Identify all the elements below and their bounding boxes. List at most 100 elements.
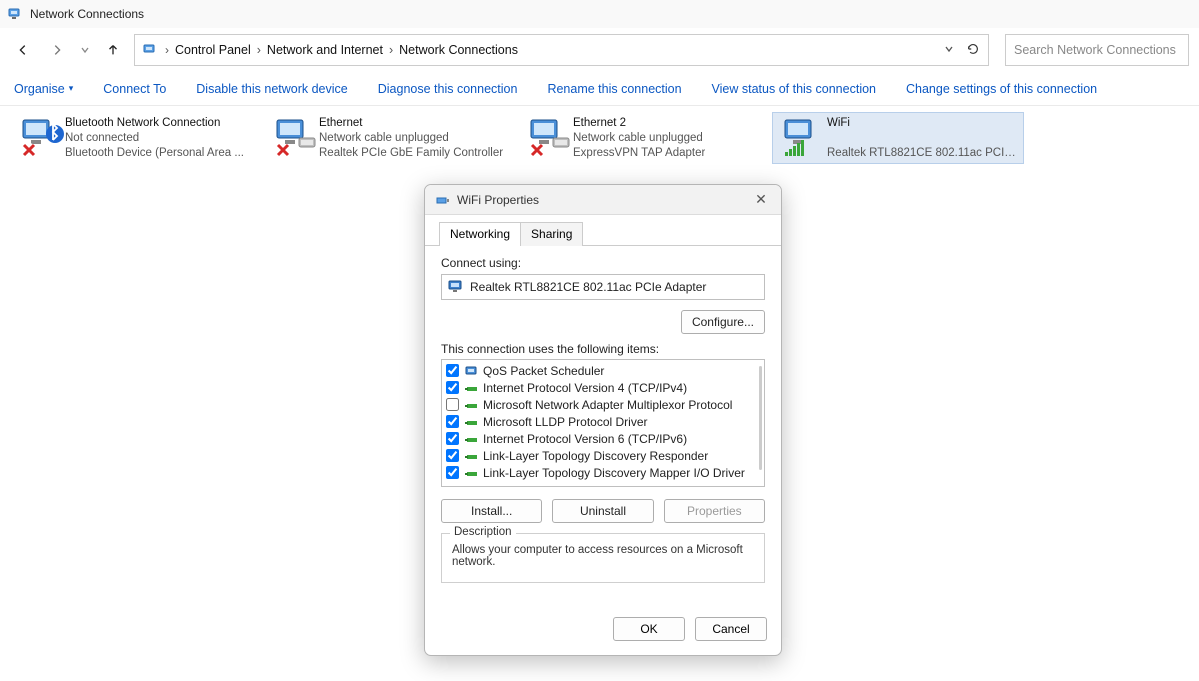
nav-row: › Control Panel › Network and Internet ›… bbox=[0, 28, 1199, 72]
cancel-button[interactable]: Cancel bbox=[695, 617, 767, 641]
connection-status: Not connected bbox=[65, 131, 244, 146]
refresh-icon[interactable] bbox=[966, 42, 980, 59]
protocol-icon bbox=[465, 467, 479, 479]
connection-icon bbox=[271, 116, 319, 160]
item-label: Link-Layer Topology Discovery Responder bbox=[483, 449, 708, 463]
command-toolbar: Organise▾ Connect To Disable this networ… bbox=[0, 72, 1199, 106]
dialog-titlebar[interactable]: WiFi Properties ✕ bbox=[425, 185, 781, 215]
back-button[interactable] bbox=[10, 37, 36, 63]
wifi-properties-dialog: WiFi Properties ✕ Networking Sharing Con… bbox=[424, 184, 782, 656]
breadcrumb: Control Panel › Network and Internet › N… bbox=[175, 43, 518, 57]
connection-item[interactable]: Bluetooth Network ConnectionNot connecte… bbox=[10, 112, 262, 164]
search-placeholder: Search Network Connections bbox=[1014, 43, 1176, 57]
network-item-row[interactable]: Microsoft Network Adapter Multiplexor Pr… bbox=[444, 396, 762, 413]
description-legend: Description bbox=[450, 526, 516, 538]
connect-to-button[interactable]: Connect To bbox=[103, 82, 166, 96]
network-items-list[interactable]: QoS Packet Scheduler Internet Protocol Ve… bbox=[441, 359, 765, 487]
connect-using-label: Connect using: bbox=[441, 256, 765, 270]
connection-icon bbox=[17, 116, 65, 160]
change-settings-button[interactable]: Change settings of this connection bbox=[906, 82, 1097, 96]
chevron-right-icon: › bbox=[255, 43, 263, 57]
dialog-tabs: Networking Sharing bbox=[425, 215, 781, 246]
connection-item[interactable]: Ethernet 2Network cable unpluggedExpress… bbox=[518, 112, 770, 164]
network-item-row[interactable]: QoS Packet Scheduler bbox=[444, 362, 762, 379]
monitor-icon bbox=[448, 280, 464, 294]
network-connections-icon bbox=[8, 6, 24, 22]
adapter-select[interactable]: Realtek RTL8821CE 802.11ac PCIe Adapter bbox=[441, 274, 765, 300]
connection-title: WiFi bbox=[827, 116, 1017, 131]
description-text: Allows your computer to access resources… bbox=[452, 544, 743, 568]
items-label: This connection uses the following items… bbox=[441, 342, 765, 356]
connection-device: Bluetooth Device (Personal Area ... bbox=[65, 146, 244, 161]
connection-icon bbox=[525, 116, 573, 160]
network-item-row[interactable]: Link-Layer Topology Discovery Responder bbox=[444, 447, 762, 464]
search-input[interactable]: Search Network Connections bbox=[1005, 34, 1189, 66]
network-item-row[interactable]: Microsoft LLDP Protocol Driver bbox=[444, 413, 762, 430]
address-icon bbox=[143, 42, 159, 58]
item-label: QoS Packet Scheduler bbox=[483, 364, 604, 378]
item-checkbox[interactable] bbox=[446, 398, 459, 411]
connection-item[interactable]: WiFi Realtek RTL8821CE 802.11ac PCIe ... bbox=[772, 112, 1024, 164]
address-bar[interactable]: › Control Panel › Network and Internet ›… bbox=[134, 34, 989, 66]
description-box: Description Allows your computer to acce… bbox=[441, 533, 765, 583]
window-title: Network Connections bbox=[30, 7, 144, 21]
protocol-icon bbox=[465, 433, 479, 445]
ok-button[interactable]: OK bbox=[613, 617, 685, 641]
adapter-name: Realtek RTL8821CE 802.11ac PCIe Adapter bbox=[470, 280, 706, 294]
organise-menu[interactable]: Organise▾ bbox=[14, 82, 73, 96]
item-checkbox[interactable] bbox=[446, 415, 459, 428]
connection-icon bbox=[779, 116, 827, 160]
chevron-right-icon: › bbox=[165, 43, 169, 57]
breadcrumb-leaf[interactable]: Network Connections bbox=[399, 43, 518, 57]
network-item-row[interactable]: Internet Protocol Version 4 (TCP/IPv4) bbox=[444, 379, 762, 396]
view-status-button[interactable]: View status of this connection bbox=[712, 82, 876, 96]
protocol-icon bbox=[465, 399, 479, 411]
tab-sharing[interactable]: Sharing bbox=[521, 222, 583, 246]
item-checkbox[interactable] bbox=[446, 364, 459, 377]
item-label: Internet Protocol Version 6 (TCP/IPv6) bbox=[483, 432, 687, 446]
connections-area: Bluetooth Network ConnectionNot connecte… bbox=[0, 106, 1199, 170]
connection-device: ExpressVPN TAP Adapter bbox=[573, 146, 705, 161]
configure-button[interactable]: Configure... bbox=[681, 310, 765, 334]
disable-device-button[interactable]: Disable this network device bbox=[196, 82, 347, 96]
window-titlebar: Network Connections bbox=[0, 0, 1199, 28]
connection-item[interactable]: EthernetNetwork cable unpluggedRealtek P… bbox=[264, 112, 516, 164]
forward-button[interactable] bbox=[44, 37, 70, 63]
item-checkbox[interactable] bbox=[446, 432, 459, 445]
connection-title: Ethernet 2 bbox=[573, 116, 705, 131]
item-label: Link-Layer Topology Discovery Mapper I/O… bbox=[483, 466, 745, 480]
history-dropdown[interactable] bbox=[78, 45, 92, 55]
item-label: Internet Protocol Version 4 (TCP/IPv4) bbox=[483, 381, 687, 395]
tab-networking[interactable]: Networking bbox=[439, 222, 521, 246]
connection-status bbox=[827, 131, 1017, 146]
protocol-icon bbox=[465, 365, 479, 377]
connection-title: Ethernet bbox=[319, 116, 503, 131]
connection-status: Network cable unplugged bbox=[573, 131, 705, 146]
adapter-icon bbox=[435, 192, 451, 208]
item-label: Microsoft Network Adapter Multiplexor Pr… bbox=[483, 398, 732, 412]
breadcrumb-root[interactable]: Control Panel bbox=[175, 43, 251, 57]
breadcrumb-mid[interactable]: Network and Internet bbox=[267, 43, 383, 57]
item-checkbox[interactable] bbox=[446, 449, 459, 462]
connection-device: Realtek PCIe GbE Family Controller bbox=[319, 146, 503, 161]
close-icon[interactable]: ✕ bbox=[751, 191, 771, 208]
network-item-row[interactable]: Link-Layer Topology Discovery Mapper I/O… bbox=[444, 464, 762, 481]
up-button[interactable] bbox=[100, 37, 126, 63]
protocol-icon bbox=[465, 416, 479, 428]
uninstall-button[interactable]: Uninstall bbox=[552, 499, 653, 523]
rename-button[interactable]: Rename this connection bbox=[547, 82, 681, 96]
diagnose-button[interactable]: Diagnose this connection bbox=[378, 82, 518, 96]
item-checkbox[interactable] bbox=[446, 381, 459, 394]
item-label: Microsoft LLDP Protocol Driver bbox=[483, 415, 648, 429]
protocol-icon bbox=[465, 450, 479, 462]
protocol-icon bbox=[465, 382, 479, 394]
chevron-right-icon: › bbox=[387, 43, 395, 57]
network-item-row[interactable]: Internet Protocol Version 6 (TCP/IPv6) bbox=[444, 430, 762, 447]
connection-status: Network cable unplugged bbox=[319, 131, 503, 146]
install-button[interactable]: Install... bbox=[441, 499, 542, 523]
connection-title: Bluetooth Network Connection bbox=[65, 116, 244, 131]
chevron-down-icon[interactable] bbox=[944, 43, 954, 57]
properties-button[interactable]: Properties bbox=[664, 499, 765, 523]
dialog-title: WiFi Properties bbox=[457, 193, 751, 207]
item-checkbox[interactable] bbox=[446, 466, 459, 479]
